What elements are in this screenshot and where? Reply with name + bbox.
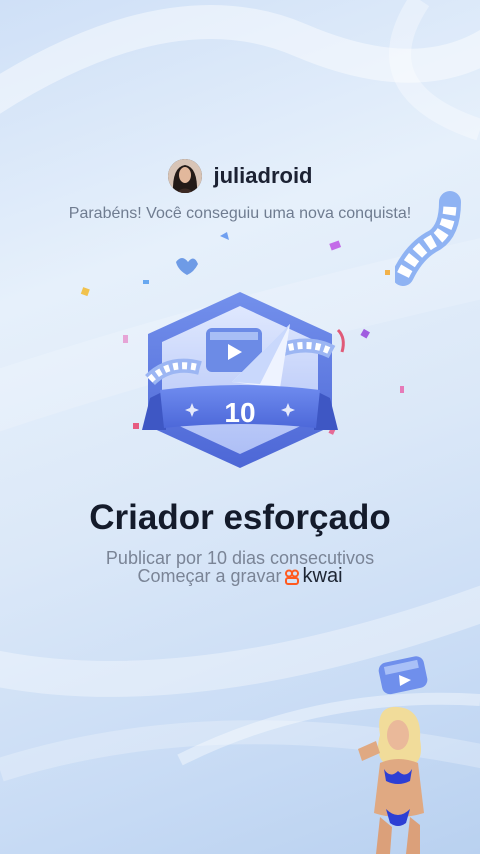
username[interactable]: juliadroid	[214, 163, 313, 189]
start-recording-link[interactable]: Começar a gravar kwai	[0, 565, 480, 588]
congrats-message: Parabéns! Você conseguiu uma nova conqui…	[68, 205, 412, 222]
kwai-brand-text: kwai	[302, 565, 343, 587]
kwai-logo: kwai	[284, 565, 343, 588]
person-sticker	[358, 706, 424, 854]
avatar[interactable]	[167, 159, 202, 193]
user-header: juliadroid	[0, 158, 480, 194]
kwai-icon	[284, 569, 299, 585]
video-clip-icon	[378, 656, 428, 695]
achievement-title: Criador esforçado	[89, 498, 391, 537]
badge-number: 10	[224, 397, 255, 428]
achievement-badge: 10	[142, 292, 338, 468]
cta-text: Começar a gravar	[137, 566, 282, 586]
